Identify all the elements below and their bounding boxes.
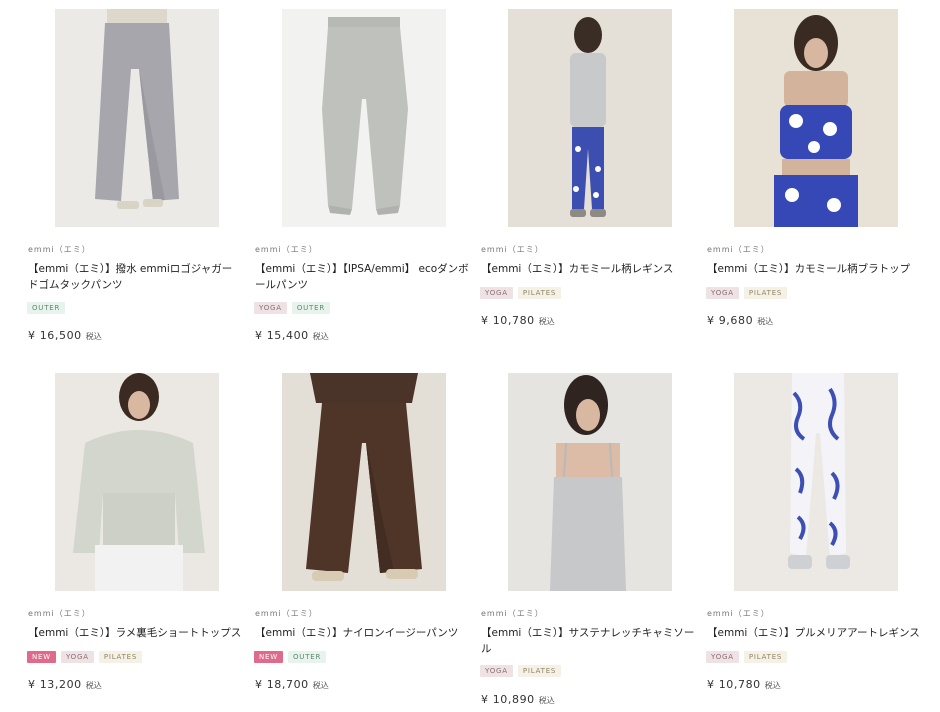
price-value: ¥ 10,780 (707, 678, 761, 691)
product-image[interactable] (55, 373, 219, 591)
tag-yoga[interactable]: YOGA (60, 651, 94, 663)
price-value: ¥ 9,680 (707, 314, 754, 327)
price: ¥ 10,890 税込 (481, 693, 555, 706)
tax-label: 税込 (85, 332, 102, 341)
brand-label: emmi（エミ） (707, 245, 770, 254)
tag-list: YOGA PILATES (480, 287, 562, 299)
brown-nylon-pants-photo (282, 373, 446, 591)
price: ¥ 10,780 税込 (707, 678, 781, 691)
price: ¥ 15,400 税込 (255, 329, 329, 342)
tag-outer[interactable]: OUTER (291, 302, 331, 314)
tag-pilates[interactable]: PILATES (517, 665, 562, 677)
product-name[interactable]: 【emmi（エミ）】カモミール柄レギンス (481, 261, 695, 277)
product-name[interactable]: 【emmi（エミ）】ラメ裏毛ショートトップス (28, 625, 242, 641)
mint-sweatshirt-photo (55, 373, 219, 591)
tax-label: 税込 (85, 681, 102, 690)
brand-label: emmi（エミ） (481, 245, 544, 254)
product-name[interactable]: 【emmi（エミ）】撥水 emmiロゴジャガードゴムタックパンツ (28, 261, 242, 293)
tag-outer[interactable]: OUTER (287, 651, 327, 663)
blue-pattern-leggings-photo (734, 373, 898, 591)
tag-list: NEW OUTER (254, 651, 327, 663)
tag-list: YOGA PILATES (480, 665, 562, 677)
price-value: ¥ 15,400 (255, 329, 309, 342)
light-gray-jogger-photo (282, 9, 446, 227)
blue-floral-bratop-photo (734, 9, 898, 227)
tag-outer[interactable]: OUTER (27, 302, 66, 314)
product-name[interactable]: 【emmi（エミ）】サステナレッチキャミソール (481, 625, 695, 657)
brand-label: emmi（エミ） (28, 245, 91, 254)
tax-label: 税込 (538, 696, 555, 705)
tax-label: 税込 (757, 317, 774, 326)
product-image[interactable] (55, 9, 219, 227)
product-image[interactable] (508, 9, 672, 227)
tag-list: NEW YOGA PILATES (27, 651, 143, 663)
tag-pilates[interactable]: PILATES (743, 287, 788, 299)
tag-yoga[interactable]: YOGA (706, 651, 739, 663)
brand-label: emmi（エミ） (707, 609, 770, 618)
tag-list: YOGA PILATES (706, 651, 788, 663)
tag-pilates[interactable]: PILATES (517, 287, 562, 299)
tag-list: YOGA PILATES (706, 287, 788, 299)
tax-label: 税込 (312, 332, 329, 341)
tag-yoga[interactable]: YOGA (706, 287, 739, 299)
price: ¥ 18,700 税込 (255, 678, 329, 691)
price-value: ¥ 10,890 (481, 693, 535, 706)
tax-label: 税込 (538, 317, 555, 326)
tag-pilates[interactable]: PILATES (98, 651, 143, 663)
tag-yoga[interactable]: YOGA (480, 665, 513, 677)
product-image[interactable] (734, 373, 898, 591)
product-image[interactable] (734, 9, 898, 227)
price-value: ¥ 16,500 (28, 329, 82, 342)
gray-wide-pants-photo (55, 9, 219, 227)
brand-label: emmi（エミ） (481, 609, 544, 618)
gray-camisole-photo (508, 373, 672, 591)
brand-label: emmi（エミ） (28, 609, 91, 618)
product-image[interactable] (508, 373, 672, 591)
price: ¥ 16,500 税込 (28, 329, 102, 342)
tag-yoga[interactable]: YOGA (480, 287, 513, 299)
tag-new[interactable]: NEW (254, 651, 283, 663)
product-image[interactable] (282, 9, 446, 227)
product-name[interactable]: 【emmi（エミ）】ナイロンイージーパンツ (255, 625, 469, 641)
price: ¥ 10,780 税込 (481, 314, 555, 327)
tax-label: 税込 (312, 681, 329, 690)
tag-pilates[interactable]: PILATES (743, 651, 788, 663)
product-name[interactable]: 【emmi（エミ）】プルメリアアートレギンス (707, 625, 921, 641)
price-value: ¥ 10,780 (481, 314, 535, 327)
price-value: ¥ 18,700 (255, 678, 309, 691)
product-image[interactable] (282, 373, 446, 591)
tag-yoga[interactable]: YOGA (254, 302, 287, 314)
price: ¥ 13,200 税込 (28, 678, 102, 691)
price: ¥ 9,680 税込 (707, 314, 773, 327)
blue-floral-leggings-photo (508, 9, 672, 227)
tax-label: 税込 (764, 681, 781, 690)
product-name[interactable]: 【emmi（エミ）】【IPSA/emmi】 ecoダンボールパンツ (255, 261, 469, 293)
tag-new[interactable]: NEW (27, 651, 56, 663)
product-name[interactable]: 【emmi（エミ）】カモミール柄ブラトップ (707, 261, 921, 277)
brand-label: emmi（エミ） (255, 609, 318, 618)
tag-list: OUTER (27, 302, 66, 314)
tag-list: YOGA OUTER (254, 302, 331, 314)
brand-label: emmi（エミ） (255, 245, 318, 254)
price-value: ¥ 13,200 (28, 678, 82, 691)
